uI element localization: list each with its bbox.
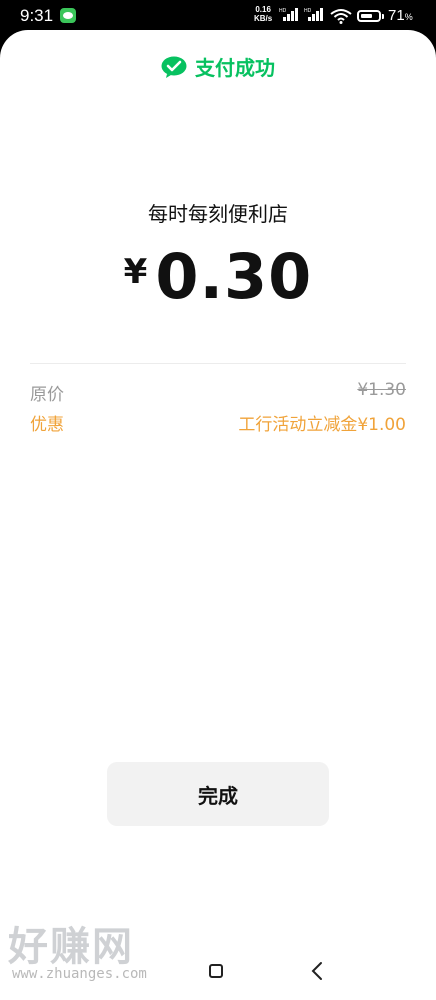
watermark-url: www.zhuanges.com <box>12 966 147 982</box>
amount-display: ¥0.30 <box>0 240 436 313</box>
payment-success-title: 支付成功 <box>195 56 275 80</box>
back-chevron-icon[interactable] <box>310 960 324 982</box>
signal-hd-icon: HD <box>279 8 298 21</box>
discount-row: 优惠 工行活动立减金¥1.00 <box>30 410 406 435</box>
payment-status-header: 支付成功 <box>0 52 436 82</box>
watermark-title: 好赚网 <box>8 924 134 970</box>
currency-symbol: ¥ <box>123 252 148 292</box>
discount-value: 工行活动立减金¥1.00 <box>238 415 406 435</box>
merchant-name: 每时每刻便利店 <box>148 202 288 226</box>
original-price-label: 原价 <box>30 385 64 405</box>
original-price-value: ¥1.30 <box>357 380 406 400</box>
paid-amount: 0.30 <box>155 240 313 313</box>
done-button[interactable]: 完成 <box>107 762 329 826</box>
network-speed: 0.16 KB/s <box>254 5 272 23</box>
wifi-icon <box>330 9 352 24</box>
svg-text:HD: HD <box>279 8 287 14</box>
original-price-row: 原价 ¥1.30 <box>30 380 406 405</box>
status-time: 9:31 <box>20 6 54 25</box>
watermark-logo: 好赚网 www.zhuanges.com <box>8 914 198 984</box>
wechat-pay-icon <box>161 56 187 78</box>
wechat-notification-icon <box>60 8 76 23</box>
battery-tip <box>382 14 384 19</box>
network-speed-unit: KB/s <box>254 14 273 23</box>
battery-percent: 71% <box>388 7 413 24</box>
battery-icon <box>357 10 381 22</box>
signal-hd-icon: HD <box>304 8 323 21</box>
home-square-icon[interactable] <box>209 964 223 978</box>
payment-result-sheet: 支付成功 每时每刻便利店 ¥0.30 原价 ¥1.30 优惠 工行活动立减金¥1… <box>0 30 436 1000</box>
svg-text:HD: HD <box>304 8 312 14</box>
divider <box>30 363 406 364</box>
status-bar: 9:31 0.16 KB/s HD HD 71% <box>0 0 436 32</box>
network-speed-value: 0.16 <box>255 5 271 14</box>
discount-label: 优惠 <box>30 415 64 435</box>
